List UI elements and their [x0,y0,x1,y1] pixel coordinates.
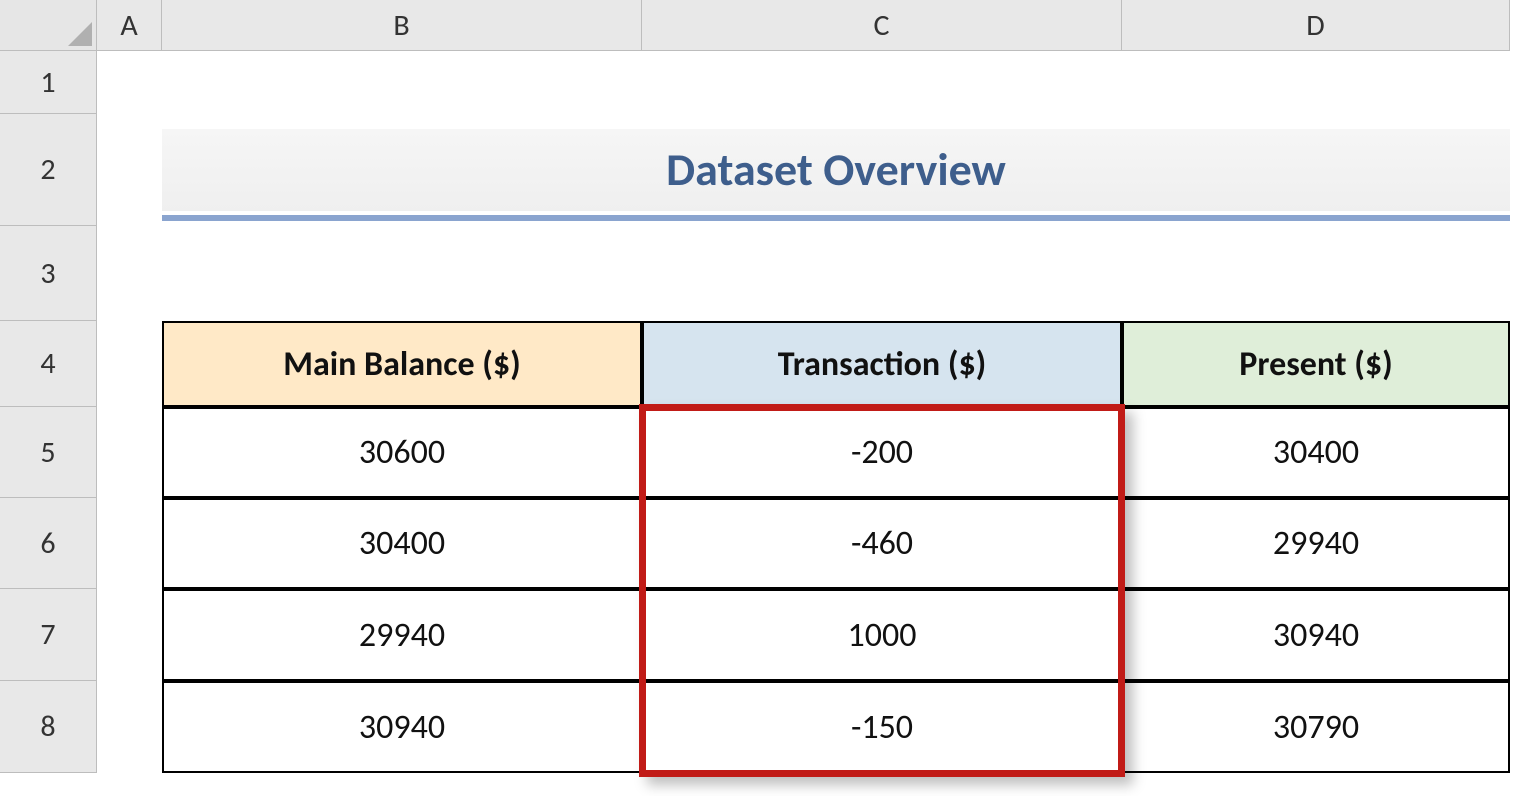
cell-D7[interactable]: 30940 [1122,589,1510,681]
row-header-7[interactable]: 7 [0,589,97,681]
cell-C8[interactable]: -150 [642,681,1122,773]
row-header-5[interactable]: 5 [0,407,97,498]
cell-D8-value: 30790 [1273,707,1359,748]
cell-C5[interactable]: -200 [642,407,1122,498]
cell-C8-value: -150 [851,707,913,748]
cell-B5[interactable]: 30600 [162,407,642,498]
column-headers: A B C D [0,0,1510,51]
cell-C7[interactable]: 1000 [642,589,1122,681]
col-header-B[interactable]: B [162,0,642,51]
cell-B8[interactable]: 30940 [162,681,642,773]
cell-B6-value: 30400 [359,523,445,564]
cell-B7-value: 29940 [359,615,445,656]
header-present[interactable]: Present ($) [1122,321,1510,407]
select-all-triangle-icon [68,22,92,46]
header-transaction[interactable]: Transaction ($) [642,321,1122,407]
cell-D8[interactable]: 30790 [1122,681,1510,773]
title-text: Dataset Overview [666,142,1006,198]
row-header-8[interactable]: 8 [0,681,97,773]
cell-D6-value: 29940 [1273,523,1359,564]
cell-D5-value: 30400 [1273,432,1359,473]
cell-C6-value: -460 [851,523,913,564]
cell-C7-value: 1000 [848,615,917,656]
row-header-4[interactable]: 4 [0,321,97,407]
cell-B5-value: 30600 [359,432,445,473]
row-header-1[interactable]: 1 [0,51,97,114]
title-underline [162,215,1510,221]
header-present-label: Present ($) [1239,344,1392,385]
cell-D5[interactable]: 30400 [1122,407,1510,498]
grid-area[interactable]: Dataset Overview Main Balance ($) Transa… [97,51,1536,796]
col-header-C[interactable]: C [642,0,1122,51]
select-all-corner[interactable] [0,0,97,51]
spreadsheet: A B C D 1 2 3 4 5 6 7 8 Dataset Overview… [0,0,1536,796]
cell-C6[interactable]: -460 [642,498,1122,589]
cell-B7[interactable]: 29940 [162,589,642,681]
header-transaction-label: Transaction ($) [778,344,987,385]
row-header-6[interactable]: 6 [0,498,97,589]
col-header-D[interactable]: D [1122,0,1510,51]
header-main-balance-label: Main Balance ($) [283,344,520,385]
row-headers: 1 2 3 4 5 6 7 8 [0,51,97,773]
header-main-balance[interactable]: Main Balance ($) [162,321,642,407]
col-header-A[interactable]: A [97,0,162,51]
cell-D7-value: 30940 [1273,615,1359,656]
title-banner[interactable]: Dataset Overview [162,129,1510,211]
cell-C5-value: -200 [851,432,913,473]
cell-B8-value: 30940 [359,707,445,748]
row-header-2[interactable]: 2 [0,114,97,226]
cell-D6[interactable]: 29940 [1122,498,1510,589]
cell-B6[interactable]: 30400 [162,498,642,589]
row-header-3[interactable]: 3 [0,226,97,321]
